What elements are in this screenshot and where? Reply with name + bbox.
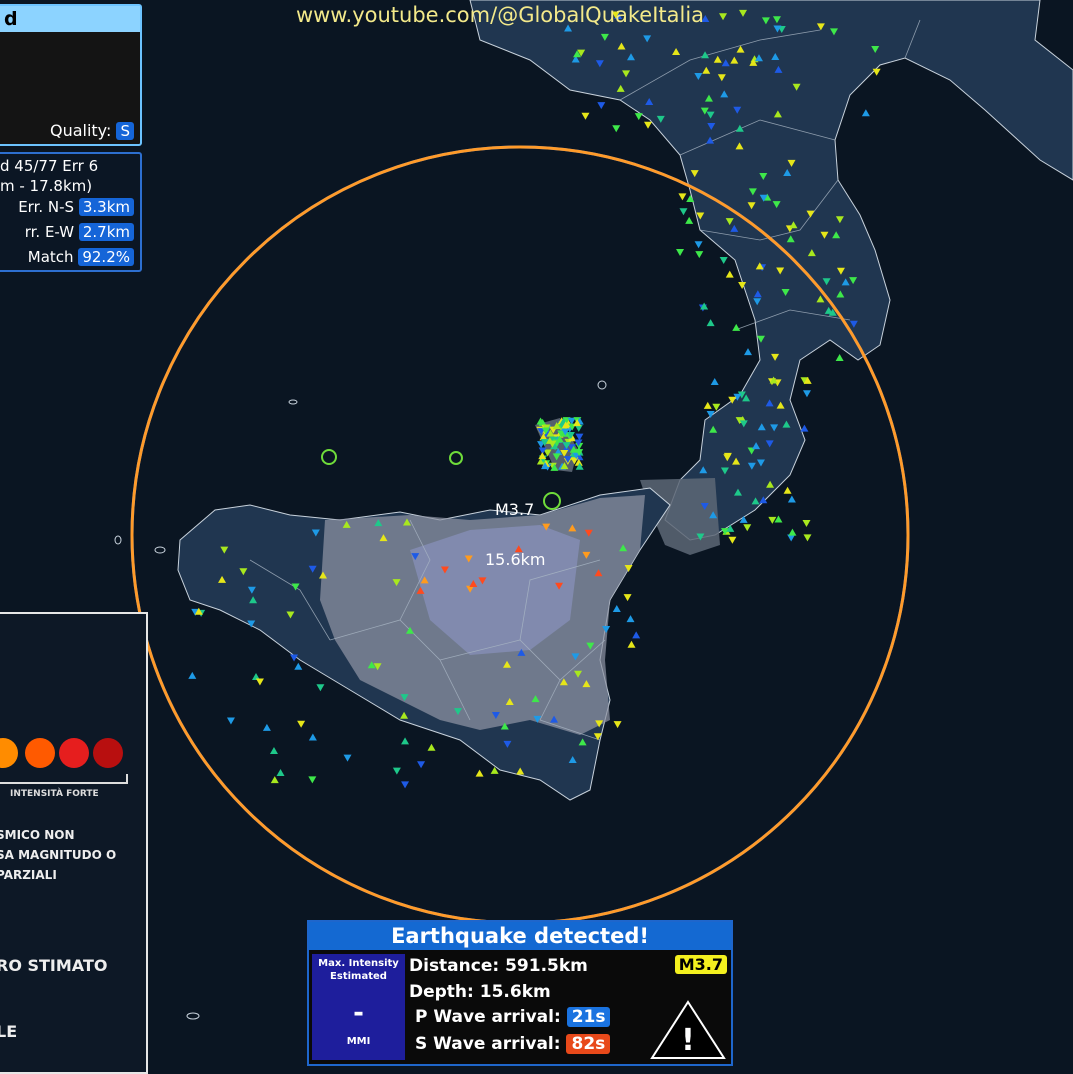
- err-ns-value: 3.3km: [78, 198, 134, 216]
- p-wave-row: P Wave arrival: 21s: [415, 1007, 611, 1027]
- quality-row: Quality: S: [50, 121, 134, 140]
- distance-row: Distance: 591.5km: [409, 956, 588, 976]
- seismic-map[interactable]: M3.7 15.6km: [0, 0, 1073, 1073]
- depth-label: 15.6km: [485, 550, 545, 569]
- intensity-label: INTENSITÀ FORTE: [10, 789, 99, 799]
- match-value: 92.2%: [78, 248, 134, 266]
- err-ew-value: 2.7km: [78, 223, 134, 241]
- intensity-scale-bracket: [0, 774, 128, 784]
- intensity-value: -: [353, 998, 364, 1028]
- stations-line: d 45/77 Err 6: [0, 157, 99, 175]
- intensity-dot: [0, 738, 18, 768]
- err-ew-row: rr. E-W 2.7km: [25, 223, 134, 241]
- legend-panel: INTENSITÀ FORTE SMICO NON SA MAGNITUDO O…: [0, 612, 148, 1074]
- location-panel: d 45/77 Err 6 m - 17.8km) Err. N-S 3.3km…: [0, 152, 142, 272]
- depth-label-alert: Depth:: [409, 982, 474, 1002]
- intensity-dot: [59, 738, 89, 768]
- intensity-dot: [93, 738, 123, 768]
- panel-title: d: [0, 6, 140, 32]
- bottom-legend-label: LE: [0, 1022, 18, 1041]
- quality-label: Quality:: [49, 121, 112, 140]
- distance-label: Distance:: [409, 956, 500, 976]
- note-line-2: SA MAGNITUDO O: [0, 848, 117, 862]
- s-wave-label: S Wave arrival:: [415, 1034, 561, 1054]
- err-ns-row: Err. N-S 3.3km: [18, 198, 134, 216]
- intensity-label: Max. Intensity Estimated: [318, 958, 399, 982]
- warning-icon: !: [650, 1000, 726, 1059]
- intensity-dot: [25, 738, 55, 768]
- match-row: Match 92.2%: [28, 248, 134, 266]
- depth-range-line: m - 17.8km): [0, 177, 93, 195]
- s-wave-badge: 82s: [566, 1034, 611, 1054]
- err-ew-label: rr. E-W: [24, 223, 75, 241]
- event-header-panel: d Quality: S: [0, 4, 142, 146]
- distance-value: 591.5km: [505, 956, 588, 976]
- s-wave-row: S Wave arrival: 82s: [415, 1034, 611, 1054]
- earthquake-alert-panel: Earthquake detected! Max. Intensity Estim…: [307, 920, 733, 1066]
- max-intensity-box: Max. Intensity Estimated - MMI: [312, 954, 405, 1060]
- magnitude-label: M3.7: [495, 500, 534, 519]
- quality-badge: S: [116, 122, 134, 140]
- intensity-unit: MMI: [346, 1036, 371, 1047]
- err-ns-label: Err. N-S: [18, 198, 75, 216]
- note-line-1: SMICO NON: [0, 828, 75, 842]
- epicenter-legend-label: RO STIMATO: [0, 956, 108, 975]
- p-wave-label: P Wave arrival:: [415, 1007, 561, 1027]
- depth-value: 15.6km: [479, 982, 551, 1002]
- channel-watermark: www.youtube.com/@GlobalQuakeItalia: [295, 3, 705, 27]
- depth-row: Depth: 15.6km: [409, 982, 551, 1002]
- svg-text:!: !: [681, 1023, 695, 1058]
- alert-title: Earthquake detected!: [309, 922, 731, 950]
- match-label: Match: [27, 248, 74, 266]
- p-wave-badge: 21s: [566, 1007, 611, 1027]
- note-line-3: PARZIALI: [0, 868, 57, 882]
- magnitude-badge: M3.7: [674, 955, 727, 974]
